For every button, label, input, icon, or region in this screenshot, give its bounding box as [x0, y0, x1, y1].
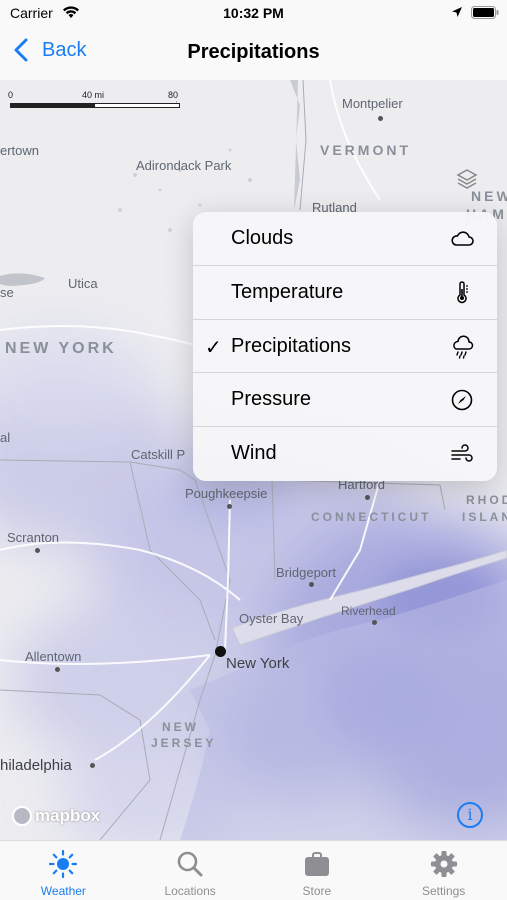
menu-item-temperature[interactable]: Temperature: [193, 266, 497, 320]
map-label-connecticut: CONNECTICUT: [311, 510, 432, 524]
map-scale: 0 40 mi 80 mi: [8, 90, 184, 110]
map-dot-bridgeport: [309, 582, 314, 587]
map-dot-new-york-city: [215, 646, 226, 657]
gear-icon: [430, 851, 457, 877]
map-label-catskill: Catskill P: [131, 447, 186, 462]
mapbox-logo-icon: [12, 806, 32, 826]
map-label-allentown: Allentown: [25, 649, 82, 664]
menu-item-precipitations[interactable]: ✓ Precipitations: [193, 320, 497, 374]
map-label-montpelier: Montpelier: [342, 96, 403, 111]
status-bar: Carrier 10:32 PM: [0, 0, 507, 28]
map-label-oyster-bay: Oyster Bay: [239, 611, 304, 626]
gauge-icon: [451, 390, 473, 411]
map-label-utica: Utica: [68, 276, 98, 291]
cloud-icon: [451, 231, 474, 246]
map-label-adirondack: Adirondack Park: [136, 158, 232, 173]
menu-item-wind[interactable]: Wind: [193, 427, 497, 481]
menu-item-label: Pressure: [231, 388, 312, 411]
map-label-vermont: VERMONT: [320, 142, 411, 158]
map-label-philadelphia: hiladelphia: [0, 757, 72, 774]
sun-icon: [49, 849, 78, 879]
magnifier-icon: [177, 851, 203, 877]
tab-locations[interactable]: Locations: [127, 841, 254, 900]
menu-item-pressure[interactable]: Pressure: [193, 373, 497, 428]
layers-icon[interactable]: [456, 168, 478, 190]
tab-store[interactable]: Store: [254, 841, 381, 900]
thermometer-icon: [457, 281, 468, 303]
map-dot-allentown: [55, 667, 60, 672]
map-dot-montpelier: [378, 116, 383, 121]
navigation-bar: Back Precipitations: [0, 28, 507, 80]
menu-item-clouds[interactable]: Clouds: [193, 212, 497, 266]
map-dot-hartford: [365, 495, 370, 500]
map-dot-scranton: [35, 548, 40, 553]
map-dot-poughkeepsie: [227, 504, 232, 509]
mapbox-attribution[interactable]: mapbox: [12, 806, 100, 826]
wind-icon: [451, 444, 473, 462]
map-label-ertown: ertown: [0, 143, 40, 158]
bag-icon: [304, 852, 329, 876]
tab-label: Weather: [40, 884, 86, 898]
menu-item-label: Precipitations: [231, 334, 352, 357]
cloud-rain-icon: [453, 335, 474, 359]
battery-icon: [471, 6, 499, 19]
map-label-riverhead: Riverhead: [341, 604, 396, 618]
info-button[interactable]: i: [457, 802, 483, 828]
scale-label-start: 0: [8, 90, 14, 100]
map-label-new-york-city: New York: [226, 655, 290, 672]
map-dot-riverhead: [372, 620, 377, 625]
tab-settings[interactable]: Settings: [380, 841, 507, 900]
tab-bar: Weather Locations Store Settings: [0, 840, 507, 900]
menu-item-label: Temperature: [231, 280, 344, 303]
clock: 10:32 PM: [223, 5, 284, 21]
page-title: Precipitations: [187, 41, 320, 63]
map-label-rhode-island-2: ISLAN: [462, 510, 507, 524]
menu-item-label: Wind: [231, 442, 277, 465]
tab-label: Settings: [421, 884, 466, 898]
map-label-new-york-state: NEW YORK: [5, 340, 117, 357]
map-label-poughkeepsie: Poughkeepsie: [185, 486, 268, 501]
map-label-se: se: [0, 285, 14, 300]
layer-menu: Clouds Temperature ✓ Precipitations Pres…: [193, 212, 497, 481]
menu-item-label: Clouds: [231, 227, 294, 249]
tab-label: Store: [302, 884, 332, 898]
map-label-new-jersey-1: NEW: [162, 720, 199, 734]
checkmark-icon: ✓: [205, 336, 222, 359]
scale-bar: [10, 103, 180, 108]
map-label-scranton: Scranton: [7, 530, 60, 545]
map-label-new-hampshire-1: NEW: [471, 188, 507, 204]
map-label-rhode-island-1: RHOD: [466, 493, 507, 507]
map-label-new-jersey-2: JERSEY: [151, 736, 217, 750]
location-arrow-icon: [452, 7, 462, 17]
map-label-al: al: [0, 430, 11, 445]
scale-label-mid: 40 mi: [82, 90, 105, 100]
mapbox-wordmark: mapbox: [35, 806, 101, 825]
tab-label: Locations: [164, 884, 216, 898]
tab-weather[interactable]: Weather: [0, 841, 127, 900]
map-dot-philadelphia: [90, 763, 95, 768]
map-label-bridgeport: Bridgeport: [276, 565, 336, 580]
